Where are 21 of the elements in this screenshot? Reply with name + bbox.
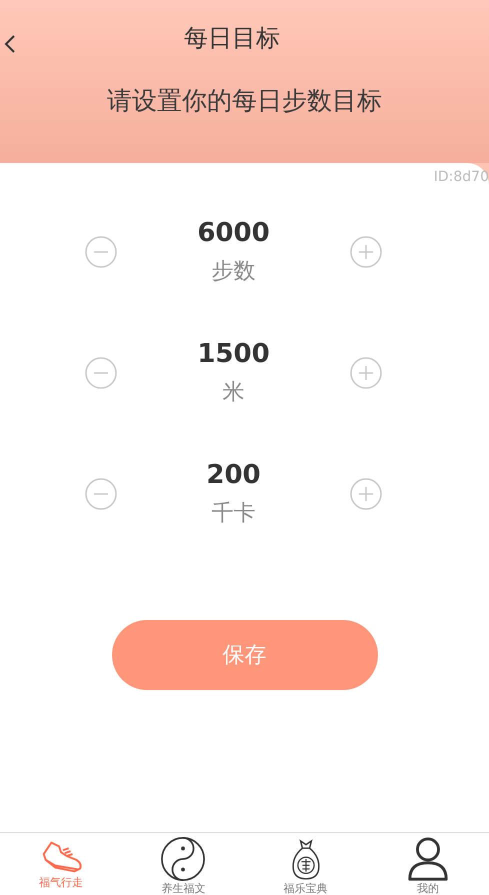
plus-button[interactable] — [349, 356, 383, 390]
nav-tab[interactable]: 养生福文 — [133, 833, 234, 895]
yin-yang-icon — [160, 836, 206, 882]
page-title: 每日目标 — [184, 23, 280, 54]
plus-button[interactable] — [349, 476, 383, 510]
goal-value: 6000 — [197, 218, 270, 248]
goal-unit: 千卡 — [212, 500, 256, 528]
goal-unit: 步数 — [212, 258, 256, 286]
goal-value: 1500 — [197, 338, 270, 368]
minus-button[interactable] — [84, 476, 118, 510]
nav-tab[interactable]: 我的 — [378, 833, 478, 895]
plus-button[interactable] — [349, 234, 383, 268]
nav-tab[interactable]: 福气行走 — [11, 833, 112, 895]
nav-tab[interactable]: 福乐宝典 — [256, 833, 356, 895]
back-icon[interactable] — [4, 34, 16, 54]
minus-button[interactable] — [84, 234, 118, 268]
subtitle: 请设置你的每日步数目标 — [106, 85, 383, 117]
goal-value: 200 — [206, 460, 261, 490]
id-text: ID:8d70 — [434, 169, 489, 187]
minus-button[interactable] — [84, 356, 118, 390]
goal-unit: 米 — [222, 378, 244, 406]
